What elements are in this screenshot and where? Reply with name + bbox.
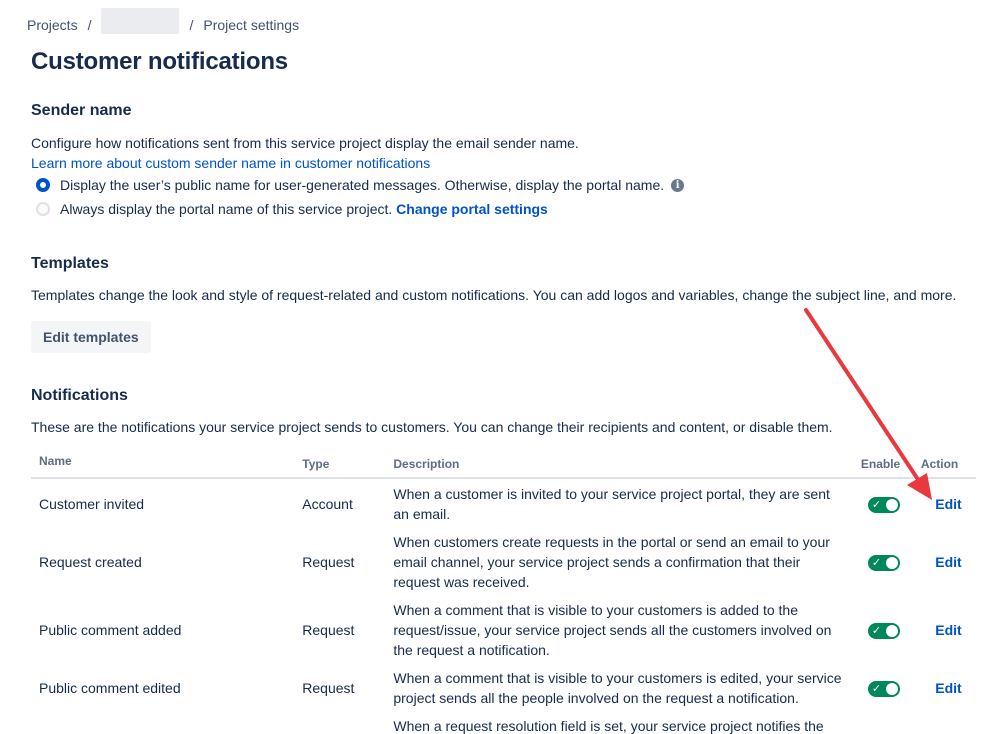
notification-description: When a comment that is visible to your c… — [393, 670, 842, 706]
radio-button-checked[interactable] — [36, 178, 50, 192]
column-header-description: Description — [385, 450, 861, 479]
page-title: Customer notifications — [31, 48, 288, 75]
radio-label: Always display the portal name of this s… — [60, 201, 393, 217]
radio-option-public-name[interactable]: Display the user’s public name for user-… — [36, 177, 685, 193]
notification-type: Account — [302, 495, 353, 512]
notification-type: Request — [302, 622, 355, 638]
table-row: Request created Request When customers c… — [31, 528, 976, 596]
enable-toggle[interactable]: ✓ — [867, 681, 900, 698]
edit-link[interactable]: Edit — [935, 680, 961, 696]
edit-templates-button[interactable]: Edit templates — [31, 321, 151, 353]
change-portal-settings-link[interactable]: Change portal settings — [396, 201, 548, 217]
enable-toggle[interactable]: ✓ — [867, 555, 900, 572]
notification-description: When customers create requests in the po… — [393, 534, 830, 590]
radio-button-unchecked[interactable] — [36, 202, 50, 216]
table-row: Public comment added Request When a comm… — [31, 596, 976, 664]
table-row: Customer invited Account When a customer… — [31, 478, 976, 528]
templates-heading: Templates — [31, 255, 109, 272]
column-header-enable: Enable — [860, 450, 921, 479]
enable-toggle[interactable]: ✓ — [867, 623, 900, 640]
notification-name: Public comment edited — [39, 680, 181, 696]
edit-link[interactable]: Edit — [935, 554, 961, 570]
radio-option-portal-name[interactable]: Always display the portal name of this s… — [36, 201, 548, 217]
notification-name: Public comment added — [39, 622, 182, 638]
radio-label: Display the user’s public name for user-… — [60, 177, 665, 193]
info-icon[interactable]: i — [671, 178, 685, 192]
notification-description: When a comment that is visible to your c… — [393, 602, 832, 658]
breadcrumb: Projects / / Project settings — [27, 8, 299, 34]
templates-description: Templates change the look and style of r… — [31, 287, 957, 303]
edit-link[interactable]: Edit — [935, 496, 961, 512]
sender-name-heading: Sender name — [31, 102, 132, 119]
column-header-action: Action — [920, 450, 976, 479]
notifications-table: Name Type Description Enable Action Cust… — [31, 450, 976, 734]
table-row: Public comment edited Request When a com… — [31, 664, 976, 712]
table-header-row: Name Type Description Enable Action — [31, 450, 976, 479]
check-icon: ✓ — [871, 557, 882, 570]
notifications-description: These are the notifications your service… — [31, 419, 833, 435]
notification-description: When a customer is invited to your servi… — [393, 485, 830, 522]
breadcrumb-separator: / — [87, 17, 92, 33]
table-row: When a request resolution field is set, … — [31, 712, 976, 734]
column-header-type: Type — [294, 450, 386, 479]
learn-more-link[interactable]: Learn more about custom sender name in c… — [31, 155, 430, 171]
check-icon: ✓ — [871, 683, 882, 696]
check-icon: ✓ — [871, 498, 882, 511]
sender-name-description: Configure how notifications sent from th… — [31, 135, 579, 151]
notification-name — [31, 712, 294, 734]
edit-link[interactable]: Edit — [935, 622, 961, 638]
enable-toggle[interactable]: ✓ — [867, 496, 900, 513]
check-icon: ✓ — [871, 625, 882, 638]
breadcrumb-separator: / — [189, 17, 194, 33]
notifications-heading: Notifications — [31, 387, 128, 404]
notification-type: Request — [302, 554, 355, 570]
notification-name: Request created — [39, 554, 142, 570]
column-header-name[interactable]: Name — [31, 450, 295, 479]
breadcrumb-project-redacted[interactable] — [101, 8, 180, 34]
breadcrumb-projects[interactable]: Projects — [27, 17, 78, 33]
breadcrumb-project-settings[interactable]: Project settings — [203, 17, 299, 33]
notification-type — [294, 712, 385, 734]
notification-description: When a request resolution field is set, … — [393, 718, 824, 734]
notification-name: Customer invited — [39, 495, 145, 512]
notification-type: Request — [302, 680, 355, 696]
